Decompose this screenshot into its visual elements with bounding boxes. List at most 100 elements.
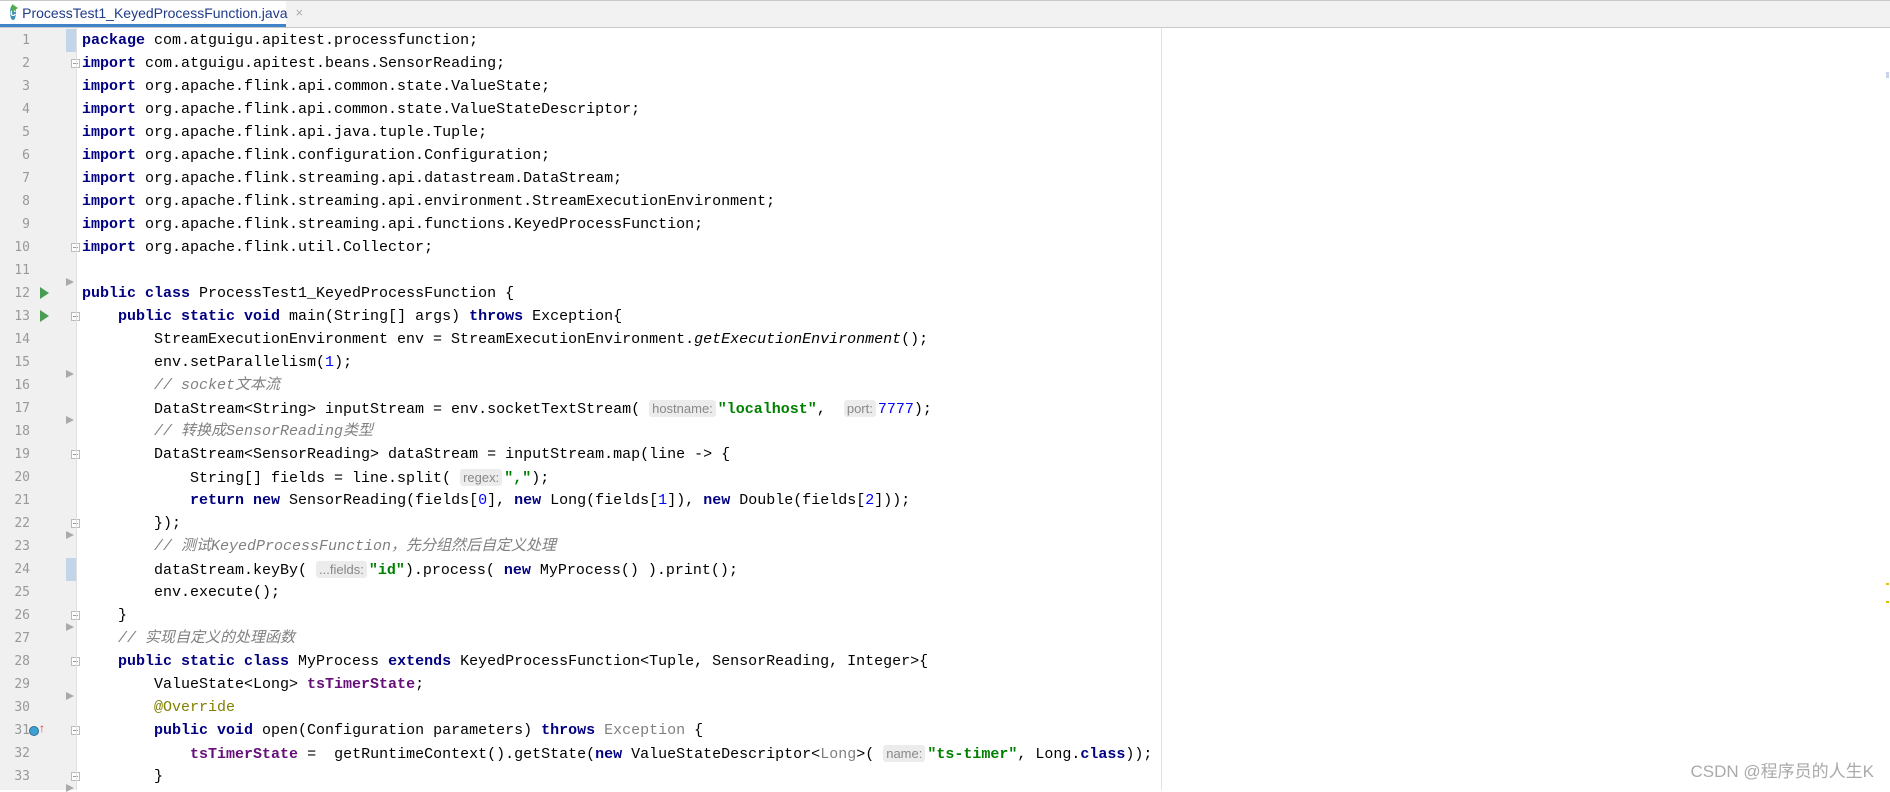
tab-processtest1-keyedprocessfunction[interactable]: c ProcessTest1_KeyedProcessFunction.java…: [0, 1, 303, 27]
code-token: throws: [541, 722, 596, 739]
code-line[interactable]: import org.apache.flink.streaming.api.en…: [82, 190, 1152, 213]
code-line[interactable]: });: [82, 512, 1152, 535]
code-token: // 测试KeyedProcessFunction，先分组然后自定义处理: [154, 538, 557, 555]
code-token: public void: [154, 722, 254, 739]
code-line[interactable]: import org.apache.flink.api.common.state…: [82, 75, 1152, 98]
collapsed-arrow-icon[interactable]: [66, 692, 74, 700]
code-token: = getRuntimeContext().getState(: [298, 746, 596, 763]
right-margin-guide: [1161, 28, 1162, 790]
code-line[interactable]: // socket文本流: [82, 374, 1152, 397]
code-token: public class: [82, 285, 191, 302]
line-number: 9: [22, 217, 30, 232]
code-token: }: [82, 607, 128, 624]
code-line[interactable]: import org.apache.flink.api.common.state…: [82, 98, 1152, 121]
parameter-hint: name:: [883, 745, 926, 762]
code-token: 0: [478, 492, 488, 509]
line-number: 17: [14, 401, 30, 416]
code-editor[interactable]: package com.atguigu.apitest.processfunct…: [82, 29, 1152, 788]
code-token: public static void: [118, 308, 281, 325]
code-line[interactable]: }: [82, 604, 1152, 627]
code-line[interactable]: @Override: [82, 696, 1152, 719]
code-token: import: [82, 170, 137, 187]
line-number: 19: [14, 447, 30, 462]
code-line[interactable]: env.execute();: [82, 581, 1152, 604]
line-number: 4: [22, 102, 30, 117]
override-arrow-icon[interactable]: ↑: [39, 721, 45, 735]
collapsed-arrow-icon[interactable]: [66, 623, 74, 631]
current-line-marker: [66, 29, 76, 52]
code-token: , Long.: [1017, 746, 1081, 763]
code-line[interactable]: import org.apache.flink.streaming.api.fu…: [82, 213, 1152, 236]
code-token: open(Configuration parameters): [253, 722, 542, 739]
code-token: org.apache.flink.api.common.state.ValueS…: [136, 78, 551, 95]
line-number: 22: [14, 516, 30, 531]
code-token: MyProcess: [289, 653, 389, 670]
code-token: ();: [901, 331, 929, 348]
code-line[interactable]: env.setParallelism(1);: [82, 351, 1152, 374]
collapsed-arrow-icon[interactable]: [66, 784, 74, 792]
code-line[interactable]: import org.apache.flink.api.java.tuple.T…: [82, 121, 1152, 144]
code-line[interactable]: ValueState<Long> tsTimerState;: [82, 673, 1152, 696]
line-number: 11: [14, 263, 30, 278]
code-token: ],: [487, 492, 515, 509]
line-number: 30: [14, 700, 30, 715]
line-number: 24: [14, 562, 30, 577]
code-token: "ts-timer": [927, 746, 1018, 763]
code-line[interactable]: public void open(Configuration parameter…: [82, 719, 1152, 742]
code-line[interactable]: dataStream.keyBy( ...fields: "id").proces…: [82, 558, 1152, 581]
code-token: StreamExecutionEnvironment env = StreamE…: [82, 331, 695, 348]
collapsed-arrow-icon[interactable]: [66, 416, 74, 424]
code-token: 7777: [877, 401, 914, 418]
code-line[interactable]: public class ProcessTest1_KeyedProcessFu…: [82, 282, 1152, 305]
code-token: return new: [190, 492, 281, 509]
code-line[interactable]: import org.apache.flink.streaming.api.da…: [82, 167, 1152, 190]
code-line[interactable]: package com.atguigu.apitest.processfunct…: [82, 29, 1152, 52]
collapsed-arrow-icon[interactable]: [66, 531, 74, 539]
code-token: dataStream.keyBy(: [82, 562, 317, 579]
code-token: org.apache.flink.api.common.state.ValueS…: [136, 101, 641, 118]
code-line[interactable]: public static void main(String[] args) t…: [82, 305, 1152, 328]
code-line[interactable]: StreamExecutionEnvironment env = StreamE…: [82, 328, 1152, 351]
code-line[interactable]: import com.atguigu.apitest.beans.SensorR…: [82, 52, 1152, 75]
line-number: 25: [14, 585, 30, 600]
collapsed-arrow-icon[interactable]: [66, 370, 74, 378]
code-line[interactable]: // 转换成SensorReading类型: [82, 420, 1152, 443]
code-line[interactable]: DataStream<SensorReading> dataStream = i…: [82, 443, 1152, 466]
collapsed-arrow-icon[interactable]: [66, 278, 74, 286]
line-number: 7: [22, 171, 30, 186]
scroll-marker: [1886, 72, 1889, 78]
code-token: tsTimerState: [190, 746, 299, 763]
code-line[interactable]: import org.apache.flink.util.Collector;: [82, 236, 1152, 259]
line-number: 10: [14, 240, 30, 255]
run-icon[interactable]: [40, 287, 49, 299]
close-tab-icon[interactable]: ×: [295, 5, 303, 20]
line-number: 27: [14, 631, 30, 646]
code-line[interactable]: import org.apache.flink.configuration.Co…: [82, 144, 1152, 167]
code-token: // socket文本流: [154, 377, 281, 394]
code-token: new: [514, 492, 542, 509]
code-token: ));: [1125, 746, 1153, 763]
gutter-divider: [76, 28, 77, 790]
code-line[interactable]: tsTimerState = getRuntimeContext().getSt…: [82, 742, 1152, 765]
code-token: import: [82, 239, 137, 256]
code-line[interactable]: DataStream<String> inputStream = env.soc…: [82, 397, 1152, 420]
code-token: Long(fields[: [541, 492, 659, 509]
code-line[interactable]: // 测试KeyedProcessFunction，先分组然后自定义处理: [82, 535, 1152, 558]
code-token: }: [82, 768, 164, 785]
run-icon[interactable]: [40, 310, 49, 322]
line-number: 8: [22, 194, 30, 209]
code-line[interactable]: String[] fields = line.split( regex: ",")…: [82, 466, 1152, 489]
code-line[interactable]: }: [82, 765, 1152, 788]
code-line[interactable]: public static class MyProcess extends Ke…: [82, 650, 1152, 673]
override-icon[interactable]: [29, 726, 39, 736]
code-token: ]));: [874, 492, 911, 509]
code-token: SensorReading(fields[: [280, 492, 479, 509]
warning-marker: [1886, 601, 1889, 603]
code-line[interactable]: return new SensorReading(fields[0], new …: [82, 489, 1152, 512]
code-line[interactable]: [82, 259, 1152, 282]
code-line[interactable]: // 实现自定义的处理函数: [82, 627, 1152, 650]
